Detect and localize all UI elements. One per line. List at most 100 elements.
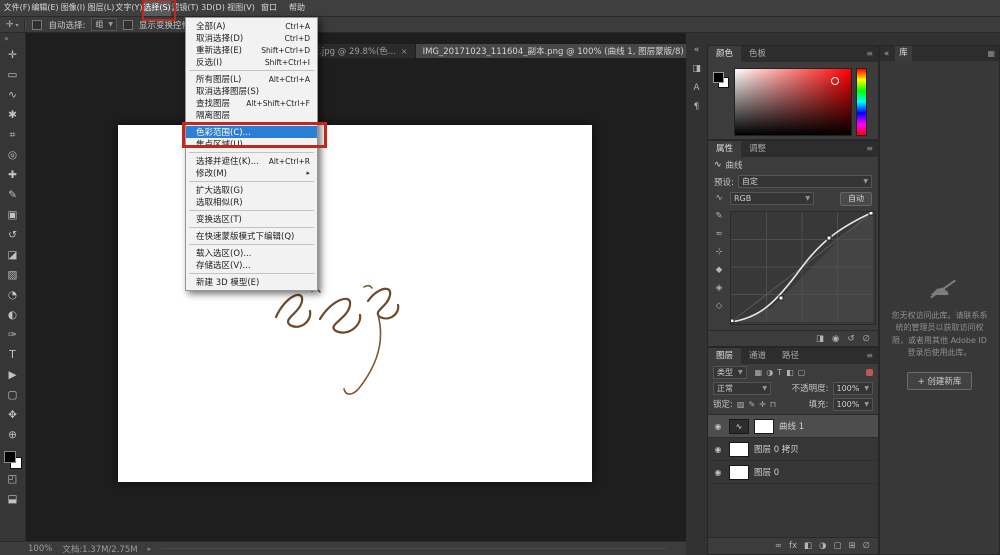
tab-layers-1[interactable]: 图层	[708, 348, 741, 364]
opacity-dropdown[interactable]: 100% ▼	[833, 382, 874, 395]
gradient-tool[interactable]: ▨	[1, 265, 25, 285]
collapse-library-icon[interactable]: «	[884, 49, 889, 59]
delete-adjustment-icon[interactable]: ∅	[863, 334, 870, 344]
tab-color-2[interactable]: 色板	[741, 46, 774, 62]
smooth-curve-icon[interactable]: ≈	[715, 229, 722, 239]
select-menu-item-18[interactable]: 选取相似(R)	[186, 196, 317, 208]
select-menu-item-8[interactable]: 查找图层Alt+Shift+Ctrl+F	[186, 97, 317, 109]
select-menu-item-4[interactable]: 反选(I)Shift+Ctrl+I	[186, 56, 317, 68]
create-library-button[interactable]: + 创建新库	[907, 372, 973, 390]
panel-menu-icon[interactable]: ≡	[866, 46, 878, 62]
white-point-eyedropper-icon[interactable]: ◇	[716, 301, 723, 311]
select-menu-item-14[interactable]: 选择并遮住(K)...Alt+Ctrl+R	[186, 155, 317, 167]
paragraph-panel-icon[interactable]: ¶	[694, 102, 700, 112]
character-panel-icon[interactable]: A	[693, 83, 699, 93]
layer-row-1[interactable]: ◉∿曲线 1	[708, 415, 878, 438]
menu-item-5[interactable]: 文字(Y)	[115, 0, 143, 16]
layer-visibility-icon[interactable]: ◉	[712, 422, 724, 431]
select-menu-item-12[interactable]: 焦点区域(U)...	[186, 138, 317, 150]
auto-button[interactable]: 自动	[840, 192, 872, 206]
blend-mode-dropdown[interactable]: 正常 ▼	[713, 382, 771, 395]
blur-tool[interactable]: ◔	[1, 285, 25, 305]
auto-select-dropdown[interactable]: 组 ▼	[91, 18, 117, 31]
select-menu-item-22[interactable]: 在快速蒙版模式下编辑(Q)	[186, 230, 317, 242]
layer-row-2[interactable]: ◉图层 0 拷贝	[708, 438, 878, 461]
zoom-tool[interactable]: ⊕	[1, 425, 25, 445]
select-menu-item-17[interactable]: 扩大选取(G)	[186, 184, 317, 196]
workspace-switcher-icon[interactable]: ▦	[987, 49, 995, 58]
lasso-tool[interactable]: ∿	[1, 85, 25, 105]
color-saturation-field[interactable]	[734, 68, 852, 136]
new-group-icon[interactable]: ▢	[833, 541, 841, 551]
menu-item-7[interactable]: 滤镜(T)	[171, 0, 199, 16]
crop-tool[interactable]: ⌗	[1, 125, 25, 145]
quick-mask-mode-button[interactable]: ◰	[1, 469, 25, 489]
document-tab-2[interactable]: IMG_20171023_111604_副本.png @ 100% (曲线 1,…	[416, 44, 711, 58]
tab-layers-3[interactable]: 路径	[774, 348, 807, 364]
layer-thumbnail[interactable]	[729, 465, 749, 480]
clip-to-layer-icon[interactable]: ◨	[816, 334, 824, 344]
menu-item-10[interactable]: 窗口(W)	[255, 0, 283, 16]
lock-transparency-icon[interactable]: ▨	[737, 400, 745, 409]
add-mask-icon[interactable]: ◧	[804, 541, 812, 551]
filter-toggle-icon[interactable]	[866, 369, 873, 376]
lock-position-icon[interactable]: ✛	[759, 400, 766, 409]
filter-smart-objects-icon[interactable]: ▢	[798, 368, 806, 377]
select-menu-item-2[interactable]: 取消选择(D)Ctrl+D	[186, 32, 317, 44]
move-tool-preset-icon[interactable]: ✛ ▾	[6, 20, 18, 30]
healing-brush-tool[interactable]: ✚	[1, 165, 25, 185]
eyedropper-tool[interactable]: ◎	[1, 145, 25, 165]
curves-graph[interactable]	[730, 211, 876, 325]
filter-shape-layers-icon[interactable]: ◧	[786, 368, 794, 377]
filter-adjustment-layers-icon[interactable]: ◑	[766, 368, 773, 377]
preset-dropdown[interactable]: 自定 ▼	[738, 175, 872, 188]
menu-item-11[interactable]: 帮助(H)	[283, 0, 311, 16]
expand-panels-icon[interactable]: «	[694, 45, 700, 55]
select-menu-item-3[interactable]: 重新选择(E)Shift+Ctrl+D	[186, 44, 317, 56]
layer-visibility-icon[interactable]: ◉	[712, 445, 724, 454]
select-menu-item-24[interactable]: 载入选区(O)...	[186, 247, 317, 259]
color-picker-handle[interactable]	[831, 77, 839, 85]
eraser-tool[interactable]: ◪	[1, 245, 25, 265]
dodge-tool[interactable]: ◐	[1, 305, 25, 325]
select-menu-item-25[interactable]: 存储选区(V)...	[186, 259, 317, 271]
layer-style-icon[interactable]: fx	[789, 541, 797, 551]
menu-item-4[interactable]: 图层(L)	[87, 0, 115, 16]
close-tab-icon[interactable]: ×	[401, 47, 408, 56]
select-menu-item-9[interactable]: 隔离图层	[186, 109, 317, 121]
pen-tool[interactable]: ✑	[1, 325, 25, 345]
collapse-tools-icon[interactable]: »	[0, 33, 9, 45]
menu-item-2[interactable]: 编辑(E)	[31, 0, 59, 16]
layer-thumbnail[interactable]	[729, 442, 749, 457]
tab-properties-2[interactable]: 调整	[741, 141, 774, 157]
foreground-color-swatch[interactable]	[4, 451, 16, 463]
tab-libraries[interactable]: 库	[895, 46, 912, 61]
new-layer-icon[interactable]: ⊞	[848, 541, 855, 551]
select-menu-item-7[interactable]: 取消选择图层(S)	[186, 85, 317, 97]
move-tool[interactable]: ✛	[1, 45, 25, 65]
layer-filter-dropdown[interactable]: 类型 ▼	[713, 366, 747, 379]
channel-dropdown[interactable]: RGB ▼	[730, 192, 814, 205]
layer-row-3[interactable]: ◉图层 0	[708, 461, 878, 484]
type-tool[interactable]: T	[1, 345, 25, 365]
hand-tool[interactable]: ✥	[1, 405, 25, 425]
hue-slider[interactable]	[856, 68, 867, 136]
select-menu-item-11[interactable]: 色彩范围(C)...	[186, 126, 317, 138]
link-layers-icon[interactable]: ∞	[775, 541, 782, 551]
path-selection-tool[interactable]: ▶	[1, 365, 25, 385]
black-point-eyedropper-icon[interactable]: ◆	[716, 265, 723, 275]
menu-item-9[interactable]: 视图(V)	[227, 0, 255, 16]
tab-properties-1[interactable]: 属性	[708, 141, 741, 157]
visibility-icon[interactable]: ◉	[832, 334, 839, 344]
status-arrow-icon[interactable]: ▸	[148, 545, 152, 553]
history-brush-tool[interactable]: ↺	[1, 225, 25, 245]
fill-dropdown[interactable]: 100% ▼	[833, 398, 874, 411]
layer-visibility-icon[interactable]: ◉	[712, 468, 724, 477]
tab-color-1[interactable]: 颜色	[708, 46, 741, 62]
curve-point-tool-icon[interactable]: ∿	[715, 193, 722, 203]
panel-menu-icon[interactable]: ≡	[866, 141, 878, 157]
screen-mode-button[interactable]: ⬓	[1, 489, 25, 509]
filter-pixel-layers-icon[interactable]: ▦	[755, 368, 763, 377]
new-adjustment-layer-icon[interactable]: ◑	[819, 541, 826, 551]
quick-selection-tool[interactable]: ✱	[1, 105, 25, 125]
